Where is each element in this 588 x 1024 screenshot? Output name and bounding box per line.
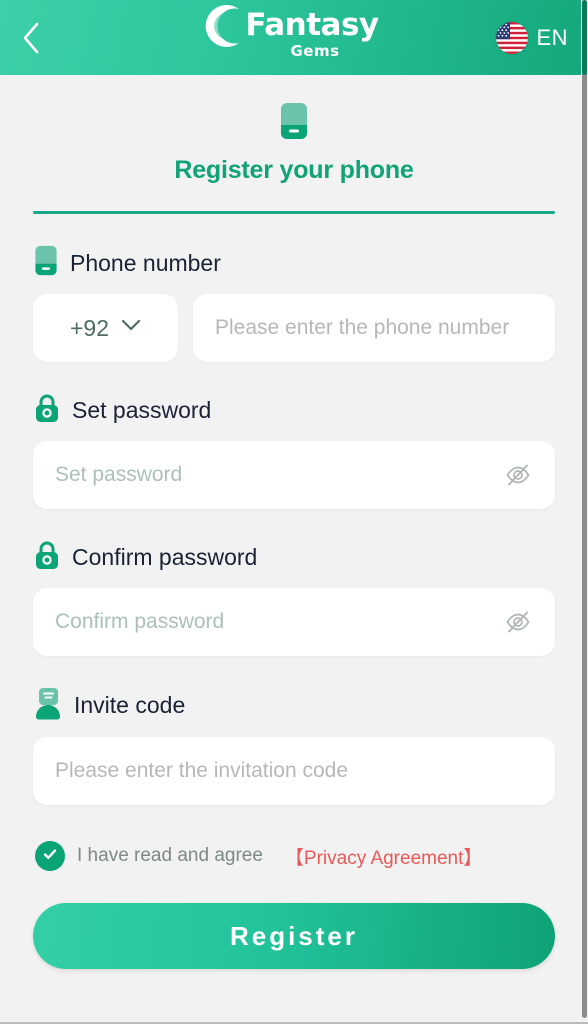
phone-input-row: +92 bbox=[33, 294, 555, 362]
confirm-password-field[interactable] bbox=[33, 588, 555, 656]
eye-off-icon[interactable] bbox=[503, 460, 533, 490]
crescent-c-icon bbox=[199, 2, 247, 54]
confirm-password-label-row: Confirm password bbox=[33, 539, 555, 576]
eye-off-icon[interactable] bbox=[503, 607, 533, 637]
agreement-row: I have read and agree 【Privacy Agreement… bbox=[33, 841, 555, 871]
logo-subtext: Gems bbox=[290, 42, 340, 60]
scrollbar-thumb-header-overlap bbox=[582, 0, 587, 75]
invite-code-label-row: Invite code bbox=[33, 686, 555, 725]
set-password-label: Set password bbox=[72, 397, 212, 423]
confirm-password-input[interactable] bbox=[55, 610, 495, 634]
language-selector[interactable]: EN bbox=[496, 21, 568, 54]
phone-device-icon bbox=[33, 244, 59, 282]
register-button-wrap: Register bbox=[0, 903, 588, 969]
country-code-value: +92 bbox=[69, 314, 109, 341]
phone-number-field[interactable] bbox=[193, 294, 555, 362]
logo-wordmark: Fantasy bbox=[245, 6, 379, 43]
page-scrollbar[interactable] bbox=[581, 0, 588, 1024]
invite-card-icon bbox=[33, 686, 63, 725]
agreement-text: I have read and agree bbox=[77, 845, 263, 866]
register-button[interactable]: Register bbox=[33, 903, 555, 969]
agreement-checkbox[interactable] bbox=[35, 841, 65, 871]
phone-device-icon bbox=[278, 101, 310, 146]
register-screen: Fantasy Gems EN Register your phone Phon… bbox=[0, 0, 588, 1024]
confirm-password-label: Confirm password bbox=[72, 544, 258, 570]
title-block: Register your phone bbox=[33, 75, 555, 214]
language-label: EN bbox=[536, 24, 568, 50]
set-password-input[interactable] bbox=[55, 463, 495, 487]
app-header: Fantasy Gems EN bbox=[0, 0, 588, 75]
scrollbar-thumb[interactable] bbox=[582, 0, 587, 1018]
lock-icon bbox=[33, 539, 61, 576]
chevron-left-icon bbox=[20, 21, 42, 55]
privacy-agreement-link[interactable]: 【Privacy Agreement】 bbox=[285, 843, 482, 870]
invite-code-input[interactable] bbox=[55, 759, 533, 783]
country-code-select[interactable]: +92 bbox=[33, 294, 178, 362]
phone-number-label: Phone number bbox=[70, 249, 221, 276]
set-password-label-row: Set password bbox=[33, 392, 555, 429]
form-container: Register your phone Phone number +92 Ple… bbox=[0, 75, 588, 871]
lock-icon bbox=[33, 392, 61, 429]
us-flag-icon bbox=[496, 21, 529, 54]
chevron-down-icon bbox=[121, 319, 141, 337]
invite-code-label: Invite code bbox=[74, 692, 186, 718]
phone-number-label-row: Phone number bbox=[33, 244, 555, 282]
invite-code-field[interactable] bbox=[33, 737, 555, 805]
back-button[interactable] bbox=[20, 18, 54, 58]
title-divider bbox=[33, 211, 555, 214]
check-icon bbox=[41, 845, 59, 868]
page-title: Register your phone bbox=[174, 156, 414, 184]
phone-number-input[interactable] bbox=[215, 316, 533, 340]
set-password-field[interactable] bbox=[33, 441, 555, 509]
